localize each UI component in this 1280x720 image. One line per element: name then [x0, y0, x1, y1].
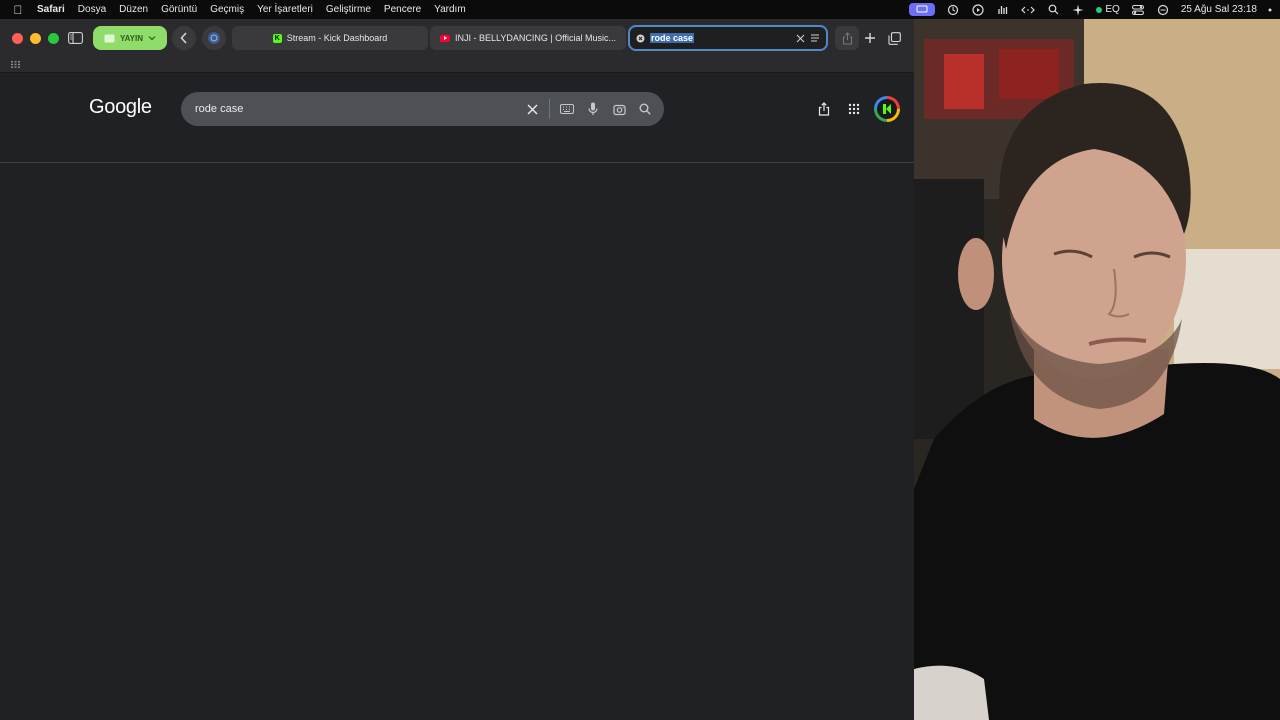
close-window-button[interactable]: [12, 32, 23, 44]
control-center-icon[interactable]: [1131, 3, 1145, 17]
tab-title: INJI - BELLYDANCING | Official Music...: [454, 33, 617, 43]
menu-file[interactable]: Dosya: [78, 4, 106, 15]
clock[interactable]: 25 Ağu Sal 23:18: [1181, 4, 1257, 15]
divider: [549, 99, 550, 119]
profile-button[interactable]: YAYIN: [93, 26, 167, 50]
google-logo[interactable]: Google: [89, 96, 152, 119]
apps-grid-icon: [848, 103, 860, 115]
sparkle-icon[interactable]: [1071, 3, 1085, 17]
youtube-icon: [439, 34, 450, 42]
extension-icon: [208, 32, 220, 44]
kick-icon: K: [272, 33, 282, 43]
notification-dot-icon: [1268, 3, 1272, 17]
google-header-actions: [814, 96, 900, 122]
menu-edit[interactable]: Düzen: [119, 4, 148, 15]
keyboard-icon: [560, 104, 574, 114]
grid-icon[interactable]: [11, 61, 20, 68]
sidebar-toggle-button[interactable]: [63, 26, 87, 50]
eq-active-icon: [1096, 6, 1103, 13]
favorites-bar: [0, 57, 914, 73]
camera-lens-icon: [612, 104, 626, 115]
reader-icon[interactable]: [810, 34, 820, 42]
minimize-window-button[interactable]: [30, 32, 41, 44]
address-bar[interactable]: rode case: [628, 25, 828, 51]
tab-youtube-music[interactable]: INJI - BELLYDANCING | Official Music...: [430, 26, 626, 50]
back-button[interactable]: [172, 26, 196, 50]
search-icon: [639, 103, 651, 115]
clear-circle-icon[interactable]: [636, 34, 645, 43]
zoom-window-button[interactable]: [48, 32, 59, 44]
tab-overview-button[interactable]: [882, 26, 906, 50]
kick-logo-icon: [877, 99, 897, 119]
share-button[interactable]: [835, 26, 859, 50]
play-icon[interactable]: [971, 3, 985, 17]
search-input[interactable]: rode case: [195, 103, 519, 115]
close-tab-icon[interactable]: [796, 34, 805, 43]
menu-bar:  Safari Dosya Düzen Görüntü Geçmiş Yer …: [0, 0, 1280, 19]
tab-strip: K Stream - Kick Dashboard INJI - BELLYDA…: [232, 26, 626, 50]
plus-icon: [865, 33, 875, 43]
menu-help[interactable]: Yardım: [434, 4, 466, 15]
keyboard-button[interactable]: [554, 96, 580, 122]
webcam-overlay: [914, 19, 1280, 720]
tab-kick-dashboard[interactable]: K Stream - Kick Dashboard: [232, 26, 428, 50]
chevron-left-icon: [180, 32, 187, 44]
menu-history[interactable]: Geçmiş: [210, 4, 244, 15]
menu-bookmarks[interactable]: Yer İşaretleri: [257, 4, 313, 15]
menu-window[interactable]: Pencere: [384, 4, 421, 15]
streamer-camera-image: [914, 19, 1280, 720]
microphone-icon: [588, 102, 598, 115]
apple-menu-icon[interactable]: : [12, 3, 24, 17]
apps-button[interactable]: [844, 99, 864, 119]
screen-mirror-icon[interactable]: [909, 3, 936, 16]
share-button[interactable]: [814, 99, 834, 119]
tab-title: Stream - Kick Dashboard: [286, 33, 388, 43]
profile-card-icon: [104, 34, 115, 42]
address-input-text[interactable]: rode case: [650, 33, 695, 43]
share-icon: [818, 102, 830, 116]
siri-icon[interactable]: [1156, 3, 1170, 17]
lens-search-button[interactable]: [606, 96, 632, 122]
app-menu[interactable]: Safari: [37, 4, 65, 15]
spotlight-search-icon[interactable]: [1046, 3, 1060, 17]
profile-label: YAYIN: [120, 33, 143, 43]
chevron-down-icon: [148, 36, 156, 41]
google-header: Google rode case: [0, 73, 914, 163]
voice-search-button[interactable]: [580, 96, 606, 122]
window-controls: [12, 32, 59, 44]
google-search-box[interactable]: rode case: [181, 92, 664, 126]
sidebar-icon: [67, 32, 83, 44]
avatar[interactable]: [874, 96, 900, 122]
menu-view[interactable]: Görüntü: [161, 4, 197, 15]
new-tab-button[interactable]: [858, 26, 882, 50]
tab-overview-icon: [887, 31, 901, 45]
extension-button[interactable]: [202, 26, 226, 50]
sync-icon[interactable]: [946, 3, 960, 17]
eq-label: EQ: [1105, 4, 1120, 15]
share-icon: [842, 31, 852, 44]
menu-develop[interactable]: Geliştirme: [326, 4, 371, 15]
toolbar: YAYIN K Stream - Kick Dashboard INJI - B…: [0, 19, 914, 57]
clear-search-button[interactable]: [519, 96, 545, 122]
eq-status[interactable]: EQ: [1096, 4, 1120, 15]
code-icon[interactable]: [1021, 3, 1036, 17]
safari-window: YAYIN K Stream - Kick Dashboard INJI - B…: [0, 19, 914, 720]
bars-icon[interactable]: [996, 3, 1010, 17]
close-icon: [527, 104, 537, 114]
search-button[interactable]: [632, 96, 658, 122]
